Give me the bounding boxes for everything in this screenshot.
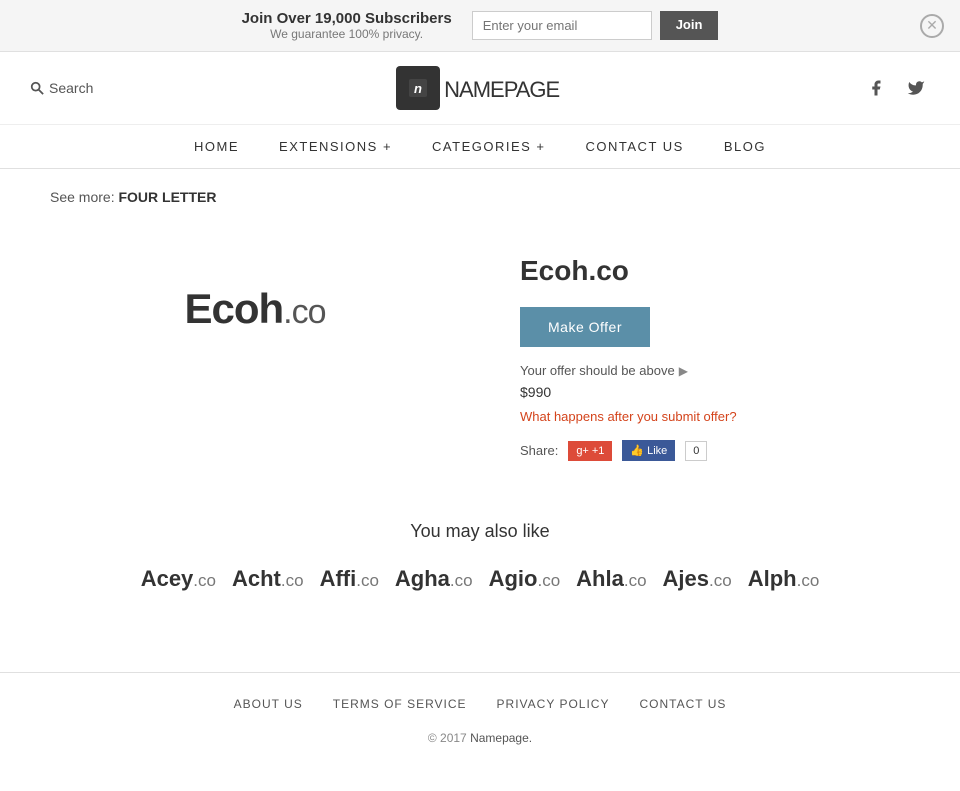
- domain-logo: Ecoh.co: [184, 285, 325, 333]
- card-tld: .co: [450, 571, 473, 590]
- footer-link-about[interactable]: ABOUT US: [234, 697, 303, 711]
- logo-icon: n: [396, 66, 440, 110]
- nav-blog[interactable]: BLOG: [724, 139, 766, 154]
- join-button[interactable]: Join: [660, 11, 719, 40]
- footer-brand-link[interactable]: Namepage.: [470, 731, 532, 745]
- domain-section: Ecoh.co Ecoh.co Make Offer Your offer sh…: [30, 225, 930, 481]
- offer-hint-text: Your offer should be above: [520, 363, 675, 378]
- card-tld: .co: [193, 571, 216, 590]
- fb-icon: 👍: [630, 444, 644, 457]
- footer-link-contact[interactable]: CONTACT US: [639, 697, 726, 711]
- domain-card[interactable]: Agha.co: [395, 566, 473, 592]
- logo-text: namePAGE: [444, 73, 559, 104]
- footer-links: ABOUT US TERMS OF SERVICE PRIVACY POLICY CO…: [0, 697, 960, 711]
- banner-text: Join Over 19,000 Subscribers We guarante…: [242, 10, 452, 41]
- domain-info: Ecoh.co Make Offer Your offer should be …: [520, 245, 930, 461]
- card-domain-name: Acht: [232, 566, 281, 591]
- card-domain-name: Agio: [489, 566, 538, 591]
- make-offer-button[interactable]: Make Offer: [520, 307, 650, 347]
- domain-card[interactable]: Acht.co: [232, 566, 304, 592]
- nav-home[interactable]: HOME: [194, 139, 239, 154]
- banner-title: Join Over 19,000 Subscribers: [242, 10, 452, 27]
- domain-card[interactable]: Affi.co: [320, 566, 379, 592]
- domain-full-name: Ecoh.co: [520, 255, 930, 287]
- domain-tld-logo: .co: [283, 293, 325, 331]
- logo-page: PAGE: [504, 77, 560, 102]
- site-header: Search n namePAGE: [0, 52, 960, 125]
- see-more-prefix: See more:: [50, 189, 115, 205]
- offer-price: $990: [520, 384, 930, 400]
- card-domain-name: Agha: [395, 566, 450, 591]
- fb-count: 0: [685, 441, 707, 461]
- see-more-label[interactable]: FOUR LETTER: [118, 189, 216, 205]
- domain-card[interactable]: Ahla.co: [576, 566, 646, 592]
- card-domain-name: Acey: [141, 566, 194, 591]
- search-icon: [30, 81, 44, 95]
- footer-copy: © 2017 Namepage.: [0, 731, 960, 745]
- card-tld: .co: [797, 571, 820, 590]
- domain-card[interactable]: Alph.co: [748, 566, 820, 592]
- gplus-button[interactable]: g+ +1: [568, 441, 612, 461]
- banner-subtitle: We guarantee 100% privacy.: [242, 27, 452, 41]
- main-content: See more: FOUR LETTER Ecoh.co Ecoh.co Ma…: [0, 169, 960, 632]
- card-domain-name: Ahla: [576, 566, 624, 591]
- nav-extensions[interactable]: EXTENSIONS +: [279, 139, 392, 154]
- domain-card[interactable]: Agio.co: [489, 566, 561, 592]
- twitter-link[interactable]: [902, 74, 930, 102]
- also-like-section: You may also like Acey.coAcht.coAffi.coA…: [30, 481, 930, 612]
- nav-categories[interactable]: CATEGORIES +: [432, 139, 545, 154]
- email-input[interactable]: [472, 11, 652, 40]
- logo-name: name: [444, 77, 504, 102]
- card-tld: .co: [356, 571, 379, 590]
- card-domain-name: Alph: [748, 566, 797, 591]
- facebook-link[interactable]: [862, 74, 890, 102]
- card-tld: .co: [537, 571, 560, 590]
- domain-display-name: Ecoh: [184, 285, 283, 332]
- gplus-label: +1: [592, 445, 605, 457]
- share-row: Share: g+ +1 👍 Like 0: [520, 440, 930, 461]
- banner-form: Join: [472, 11, 719, 40]
- social-links: [862, 74, 930, 102]
- close-button[interactable]: ✕: [920, 14, 944, 38]
- fb-like-button[interactable]: 👍 Like: [622, 440, 675, 461]
- footer-copy-year: © 2017: [428, 731, 467, 745]
- card-tld: .co: [281, 571, 304, 590]
- gplus-icon: g+: [576, 445, 589, 457]
- offer-hint: Your offer should be above ▶: [520, 363, 930, 378]
- search-area[interactable]: Search: [30, 80, 93, 96]
- card-domain-name: Affi: [320, 566, 357, 591]
- top-banner: Join Over 19,000 Subscribers We guarante…: [0, 0, 960, 52]
- card-tld: .co: [709, 571, 732, 590]
- site-footer: ABOUT US TERMS OF SERVICE PRIVACY POLICY CO…: [0, 672, 960, 755]
- offer-info-link[interactable]: What happens after you submit offer?: [520, 409, 737, 424]
- footer-link-terms[interactable]: TERMS OF SERVICE: [333, 697, 467, 711]
- domain-card[interactable]: Acey.co: [141, 566, 216, 592]
- site-nav: HOME EXTENSIONS + CATEGORIES + CONTACT U…: [0, 125, 960, 169]
- site-logo[interactable]: n namePAGE: [396, 66, 559, 110]
- card-tld: .co: [624, 571, 647, 590]
- nav-contact[interactable]: CONTACT US: [586, 139, 684, 154]
- search-label: Search: [49, 80, 93, 96]
- card-domain-name: Ajes: [663, 566, 709, 591]
- offer-arrow-icon: ▶: [679, 364, 688, 378]
- footer-link-privacy[interactable]: PRIVACY POLICY: [497, 697, 610, 711]
- svg-text:n: n: [414, 81, 422, 96]
- share-label: Share:: [520, 443, 558, 458]
- also-like-grid: Acey.coAcht.coAffi.coAgha.coAgio.coAhla.…: [30, 566, 930, 592]
- see-more: See more: FOUR LETTER: [30, 189, 930, 205]
- fb-like-label: Like: [647, 445, 667, 457]
- also-like-title: You may also like: [30, 521, 930, 542]
- domain-card[interactable]: Ajes.co: [663, 566, 732, 592]
- domain-logo-area: Ecoh.co: [30, 245, 480, 373]
